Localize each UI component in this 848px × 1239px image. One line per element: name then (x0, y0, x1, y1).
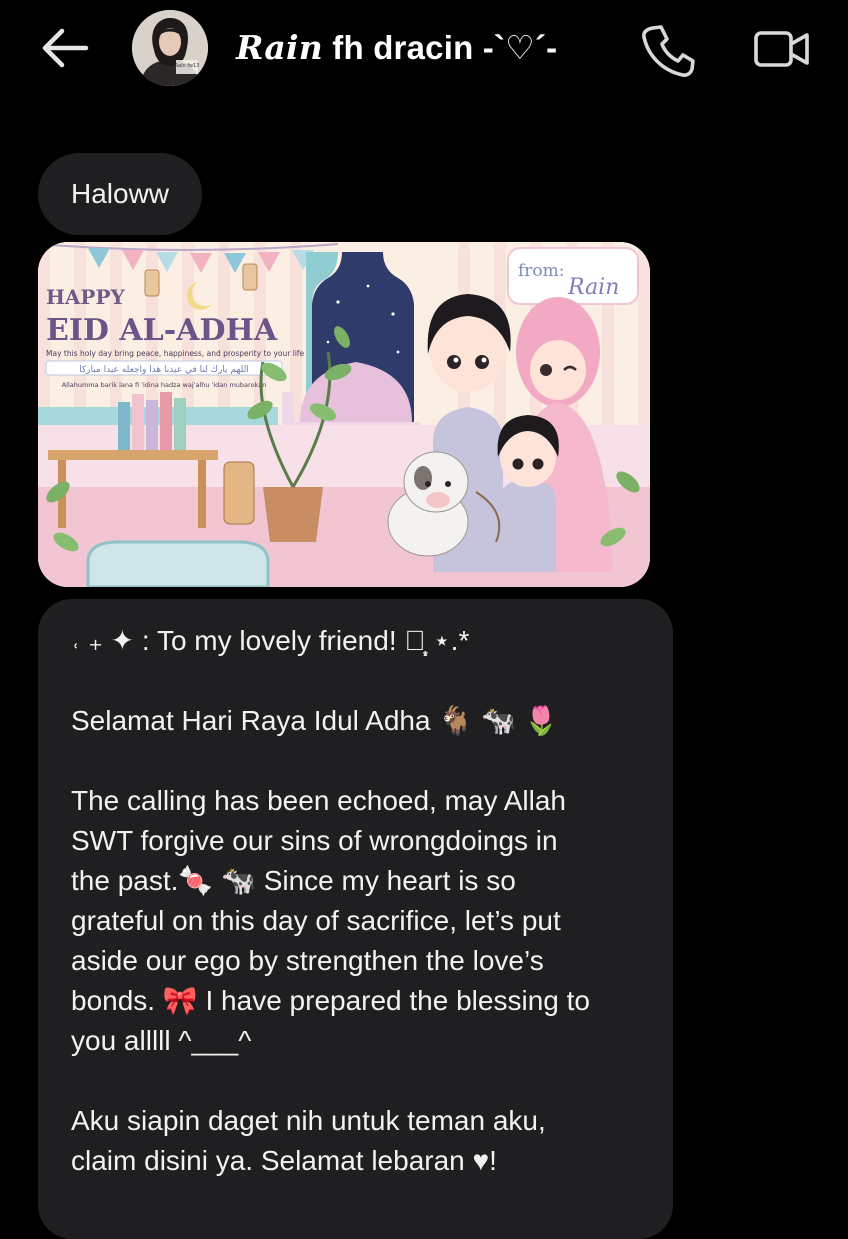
message-line: grateful on this day of sacrifice, let’s… (71, 905, 561, 936)
message-line: claim disini ya. Selamat lebaran ♥! (71, 1145, 497, 1176)
contact-name[interactable]: Rain fh dracin -`♡´- (236, 28, 557, 67)
card-eid-title: EID AL-ADHA (46, 313, 278, 348)
avatar[interactable]: Rain fw13 (132, 10, 208, 86)
eid-card-illustration: HAPPY EID AL-ADHA May this holy day brin… (38, 242, 650, 587)
message-line: aside our ego by strengthen the love’s (71, 945, 544, 976)
message-bubble-eid-wish[interactable]: ˓ ₊ ✦ : To my lovely friend! ✿̩͙ ⋆.* Sel… (38, 599, 673, 1239)
eid-greeting-card-image[interactable]: HAPPY EID AL-ADHA May this holy day brin… (38, 242, 650, 587)
card-wish: May this holy day bring peace, happiness… (46, 349, 305, 358)
phone-icon[interactable] (640, 22, 696, 78)
video-camera-icon[interactable] (752, 24, 812, 74)
card-transliteration: Allahumma barik lana fi 'idina hadza waj… (62, 381, 267, 389)
card-arabic: اللهم بارك لنا في عيدنا هذا واجعله عيدا … (79, 365, 249, 375)
message-line: ˓ ₊ ✦ : To my lovely friend! ✿̩͙ ⋆.* (71, 625, 470, 656)
contact-name-rest: fh dracin -`♡´- (322, 29, 558, 66)
card-from-name: Rain (567, 275, 619, 300)
contact-name-italic: Rain (236, 28, 323, 67)
message-line: Selamat Hari Raya Idul Adha 🐐 🐄 🌷 (71, 705, 559, 736)
message-line: you alllll ^___^ (71, 1025, 252, 1056)
chat-header: Rain fw13 Rain fh dracin -`♡´- (0, 0, 848, 100)
message-bubble-greeting[interactable]: Haloww (38, 153, 203, 235)
message-line: the past.🍬 🐄 Since my heart is so (71, 865, 516, 896)
card-from-label: from: (518, 261, 565, 281)
message-line: bonds. 🎀 I have prepared the blessing to (71, 985, 590, 1016)
message-line: The calling has been echoed, may Allah (71, 785, 566, 816)
avatar-caption: Rain fw13 (175, 63, 200, 69)
message-text: Haloww (71, 178, 170, 209)
back-arrow-icon[interactable] (38, 26, 90, 70)
card-happy: HAPPY (46, 285, 125, 309)
avatar-image: Rain fw13 (132, 10, 208, 86)
message-line: Aku siapin daget nih untuk teman aku, (71, 1105, 546, 1136)
message-line: SWT forgive our sins of wrongdoings in (71, 825, 558, 856)
